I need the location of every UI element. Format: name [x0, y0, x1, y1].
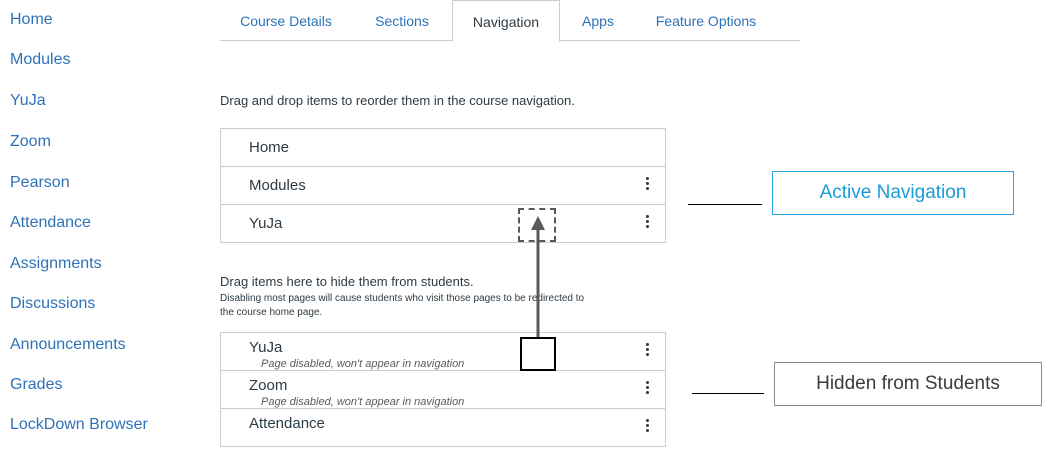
hidden-item-zoom[interactable]: Zoom Page disabled, won't appear in navi…: [221, 371, 665, 409]
nav-link-lockdown-browser[interactable]: LockDown Browser: [10, 416, 148, 434]
nav-item-label: Zoom: [249, 377, 288, 394]
settings-tabs: Course Details Sections Navigation Apps …: [220, 0, 800, 42]
drag-source-outline: [520, 337, 556, 371]
tab-course-details[interactable]: Course Details: [220, 0, 352, 41]
nav-item-label: Home: [249, 139, 290, 156]
active-item-yuja[interactable]: YuJa: [221, 205, 665, 243]
active-navigation-callout: Active Navigation: [772, 171, 1014, 215]
hidden-callout-leader: [692, 393, 764, 394]
kebab-menu-icon[interactable]: [643, 341, 651, 361]
nav-link-home[interactable]: Home: [10, 11, 53, 29]
active-callout-leader: [688, 204, 762, 205]
hidden-navigation-list: YuJa Page disabled, won't appear in navi…: [220, 332, 666, 447]
nav-item-label: YuJa: [249, 215, 283, 232]
nav-link-discussions[interactable]: Discussions: [10, 295, 95, 313]
arrow-up-icon: [531, 216, 545, 337]
hidden-students-callout: Hidden from Students: [774, 362, 1042, 406]
nav-item-label: YuJa: [249, 339, 283, 356]
tab-navigation[interactable]: Navigation: [452, 0, 560, 42]
nav-link-yuja[interactable]: YuJa: [10, 92, 46, 110]
kebab-menu-icon[interactable]: [643, 175, 651, 195]
disabled-note: Page disabled, won't appear in navigatio…: [261, 396, 465, 408]
active-item-modules[interactable]: Modules: [221, 167, 665, 205]
nav-link-zoom[interactable]: Zoom: [10, 133, 51, 151]
hide-instructions-note-cont: the course home page.: [220, 307, 323, 318]
hidden-item-yuja[interactable]: YuJa Page disabled, won't appear in navi…: [221, 333, 665, 371]
nav-link-modules[interactable]: Modules: [10, 51, 70, 69]
reorder-instructions: Drag and drop items to reorder them in t…: [220, 93, 575, 108]
tab-sections[interactable]: Sections: [360, 0, 444, 41]
nav-link-attendance[interactable]: Attendance: [10, 214, 91, 232]
active-navigation-list: Home Modules YuJa: [220, 128, 666, 243]
hide-instructions-title: Drag items here to hide them from studen…: [220, 274, 474, 289]
nav-link-grades[interactable]: Grades: [10, 376, 62, 394]
tab-apps[interactable]: Apps: [568, 0, 628, 41]
nav-link-announcements[interactable]: Announcements: [10, 336, 126, 354]
nav-item-label: Modules: [249, 177, 306, 194]
nav-link-pearson[interactable]: Pearson: [10, 174, 70, 192]
kebab-menu-icon[interactable]: [643, 213, 651, 233]
nav-link-assignments[interactable]: Assignments: [10, 255, 102, 273]
tab-feature-options[interactable]: Feature Options: [638, 0, 774, 41]
kebab-menu-icon[interactable]: [643, 417, 651, 437]
active-item-home[interactable]: Home: [221, 129, 665, 167]
hidden-item-attendance[interactable]: Attendance: [221, 409, 665, 447]
kebab-menu-icon[interactable]: [643, 379, 651, 399]
disabled-note: Page disabled, won't appear in navigatio…: [261, 358, 465, 370]
nav-item-label: Attendance: [249, 415, 325, 432]
